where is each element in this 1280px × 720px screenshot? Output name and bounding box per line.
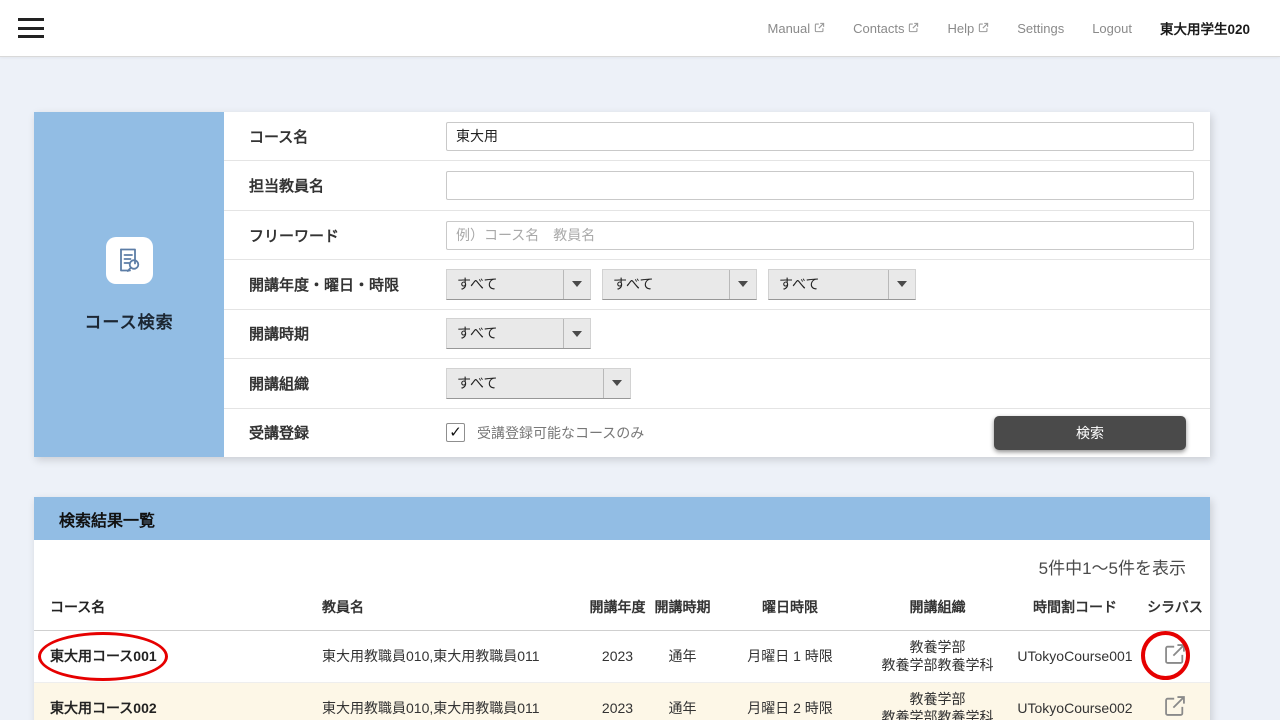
course-name-link[interactable]: 東大用コース002 — [34, 700, 322, 718]
nav-logout-link[interactable]: Logout — [1092, 21, 1132, 36]
nav-contacts-link[interactable]: Contacts — [853, 21, 919, 36]
term-select-value: すべて — [447, 319, 563, 348]
col-year: 開講年度 — [585, 599, 650, 617]
organization-cell: 教養学部 教養学部教養学科 — [865, 691, 1010, 720]
chevron-down-icon — [603, 369, 630, 398]
year-select[interactable]: すべて — [446, 269, 591, 300]
course-search-icon — [106, 237, 153, 284]
result-row: 東大用コース001 東大用教職員010,東大用教職員011 2023 通年 月曜… — [34, 631, 1210, 683]
year-cell: 2023 — [585, 700, 650, 718]
nav-settings-link[interactable]: Settings — [1017, 21, 1064, 36]
teacher-name-input[interactable] — [446, 171, 1194, 200]
organization-select[interactable]: すべて — [446, 368, 631, 399]
timetable-code-cell: UTokyoCourse002 — [1010, 700, 1140, 718]
top-header: Manual Contacts Help Settings Logout 東大用… — [0, 0, 1280, 57]
year-day-period-selects: すべて すべて すべて — [446, 269, 916, 300]
nav-settings-label: Settings — [1017, 21, 1064, 36]
course-name-link[interactable]: 東大用コース001 — [34, 648, 322, 666]
syllabus-external-link-icon[interactable] — [1162, 641, 1188, 667]
course-search-form: コース名 担当教員名 フリーワード 開講年度・曜日・時限 すべて すべて — [224, 112, 1210, 457]
col-organization: 開講組織 — [865, 599, 1010, 617]
course-name-input[interactable] — [446, 122, 1194, 151]
period-select-value: すべて — [769, 270, 888, 299]
free-word-label: フリーワード — [224, 225, 446, 246]
search-button[interactable]: 検索 — [994, 416, 1186, 450]
external-link-icon — [978, 21, 989, 36]
result-row: 東大用コース002 東大用教職員010,東大用教職員011 2023 通年 月曜… — [34, 683, 1210, 720]
year-cell: 2023 — [585, 648, 650, 666]
results-table: コース名 教員名 開講年度 開講時期 曜日時限 開講組織 時間割コード シラバス… — [34, 585, 1210, 720]
menu-hamburger-icon[interactable] — [18, 18, 44, 38]
nav-logout-label: Logout — [1092, 21, 1132, 36]
day-period-cell: 月曜日 2 時限 — [715, 700, 865, 718]
term-label: 開講時期 — [224, 323, 446, 344]
nav-help-link[interactable]: Help — [947, 21, 989, 36]
form-row-term: 開講時期 すべて — [224, 310, 1210, 359]
results-header: 検索結果一覧 — [34, 497, 1210, 540]
col-teachers: 教員名 — [322, 599, 585, 617]
period-select[interactable]: すべて — [768, 269, 916, 300]
chevron-down-icon — [729, 270, 756, 299]
form-row-organization: 開講組織 すべて — [224, 359, 1210, 408]
term-select[interactable]: すべて — [446, 318, 591, 349]
col-day-period: 曜日時限 — [715, 599, 865, 617]
day-select[interactable]: すべて — [602, 269, 757, 300]
course-name-label: コース名 — [224, 126, 446, 147]
col-timetable-code: 時間割コード — [1010, 599, 1140, 617]
timetable-code-cell: UTokyoCourse001 — [1010, 648, 1140, 666]
nav-manual-link[interactable]: Manual — [768, 21, 826, 36]
teachers-cell: 東大用教職員010,東大用教職員011 — [322, 648, 585, 666]
year-select-value: すべて — [447, 270, 563, 299]
nav-manual-label: Manual — [768, 21, 811, 36]
chevron-down-icon — [563, 319, 590, 348]
organization-select-value: すべて — [447, 369, 603, 398]
nav-help-label: Help — [947, 21, 974, 36]
form-row-course-name: コース名 — [224, 112, 1210, 161]
organization-label: 開講組織 — [224, 373, 446, 394]
form-row-registration: 受講登録 受講登録可能なコースのみ 検索 — [224, 409, 1210, 457]
results-count-text: 5件中1〜5件を表示 — [34, 540, 1210, 585]
top-navigation: Manual Contacts Help Settings Logout 東大用… — [768, 18, 1280, 38]
teachers-cell: 東大用教職員010,東大用教職員011 — [322, 700, 585, 718]
year-day-period-label: 開講年度・曜日・時限 — [224, 274, 446, 295]
results-title: 検索結果一覧 — [59, 507, 155, 531]
day-period-cell: 月曜日 1 時限 — [715, 648, 865, 666]
free-word-input[interactable] — [446, 221, 1194, 250]
registerable-only-label: 受講登録可能なコースのみ — [477, 423, 644, 443]
day-select-value: すべて — [603, 270, 729, 299]
nav-contacts-label: Contacts — [853, 21, 904, 36]
registerable-only-checkbox[interactable] — [446, 423, 465, 442]
external-link-icon — [908, 21, 919, 36]
term-cell: 通年 — [650, 700, 715, 718]
organization-cell: 教養学部 教養学部教養学科 — [865, 639, 1010, 674]
external-link-icon — [814, 21, 825, 36]
col-term: 開講時期 — [650, 599, 715, 617]
results-table-header: コース名 教員名 開講年度 開講時期 曜日時限 開講組織 時間割コード シラバス — [34, 585, 1210, 631]
col-course-name: コース名 — [34, 599, 322, 617]
term-cell: 通年 — [650, 648, 715, 666]
course-search-sidebar: コース検索 — [34, 112, 224, 457]
chevron-down-icon — [563, 270, 590, 299]
form-row-year-day-period: 開講年度・曜日・時限 すべて すべて すべて — [224, 260, 1210, 309]
search-results-panel: 検索結果一覧 5件中1〜5件を表示 コース名 教員名 開講年度 開講時期 曜日時… — [34, 497, 1210, 720]
logged-in-username: 東大用学生020 — [1160, 18, 1250, 38]
chevron-down-icon — [888, 270, 915, 299]
col-syllabus: シラバス — [1140, 599, 1210, 617]
course-search-panel: コース検索 コース名 担当教員名 フリーワード 開講年度・曜日・時限 すべて す… — [34, 112, 1210, 457]
teacher-name-label: 担当教員名 — [224, 175, 446, 196]
form-row-free-word: フリーワード — [224, 211, 1210, 260]
syllabus-external-link-icon[interactable] — [1162, 693, 1188, 719]
registration-label: 受講登録 — [224, 422, 446, 443]
course-search-title: コース検索 — [84, 308, 173, 333]
form-row-teacher-name: 担当教員名 — [224, 161, 1210, 210]
